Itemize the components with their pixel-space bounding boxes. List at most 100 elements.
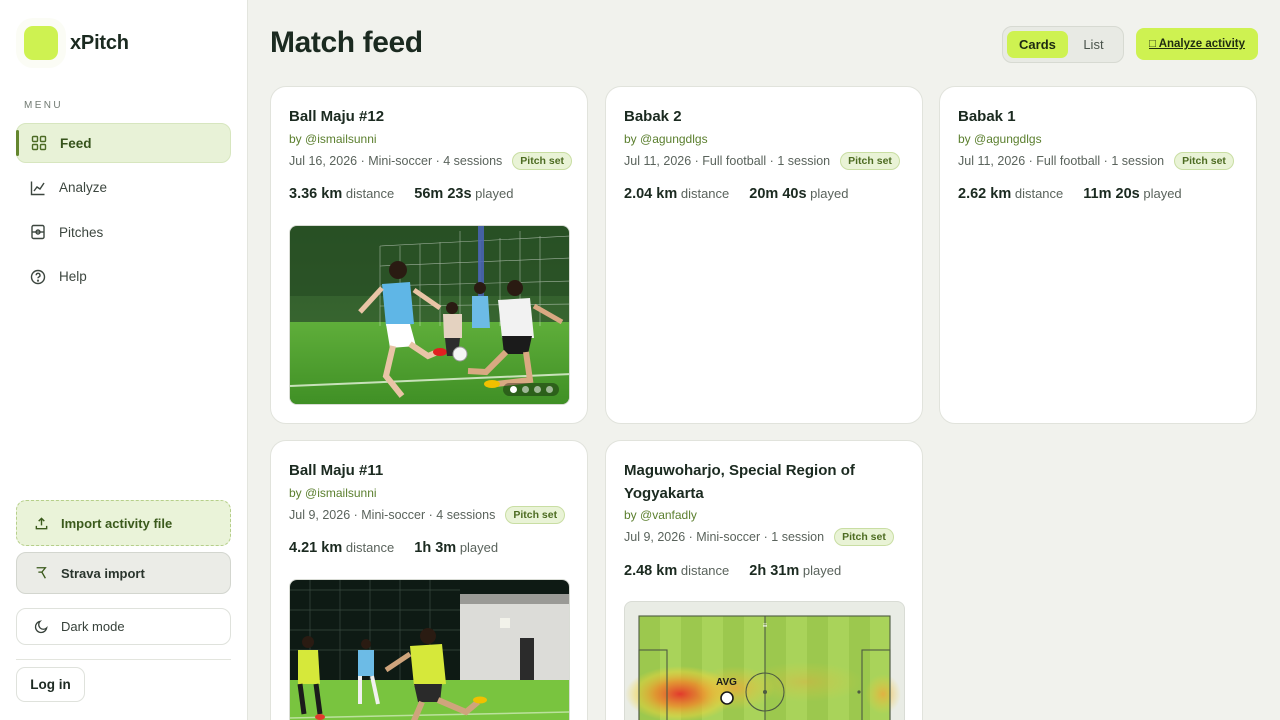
card-author[interactable]: by @ismailsunni bbox=[289, 132, 377, 146]
pitch-icon bbox=[30, 224, 46, 240]
sidebar-item-label: Help bbox=[59, 269, 87, 284]
played-label: played bbox=[802, 563, 842, 578]
sidebar-item-analyze[interactable]: Analyze bbox=[16, 168, 231, 208]
card-author[interactable]: by @agungdlgs bbox=[624, 132, 708, 146]
played-label: played bbox=[810, 186, 849, 201]
distance-label: distance bbox=[1014, 186, 1064, 201]
status-badge: Pitch set bbox=[834, 528, 894, 546]
status-badge: Pitch set bbox=[505, 506, 566, 524]
sidebar: xPitch MENU Feed Analyze Pitches Help Im… bbox=[0, 0, 248, 720]
status-badge: Pitch set bbox=[840, 152, 900, 170]
help-icon bbox=[30, 269, 46, 285]
menu-label: MENU bbox=[24, 100, 64, 111]
card-meta-text: Jul 11, 2026 · Full football · 1 session bbox=[624, 154, 831, 168]
status-badge: Pitch set bbox=[512, 152, 573, 170]
card-author[interactable]: by @vanfadly bbox=[624, 508, 697, 522]
login-button[interactable]: Log in bbox=[16, 667, 85, 702]
card-stats: 3.36 km distance 56m 23s played bbox=[289, 186, 533, 202]
played-stat: 11m 20s played bbox=[1083, 186, 1181, 202]
import-activity-label: Import activity file bbox=[61, 515, 173, 531]
card-title[interactable]: Maguwoharjo, Special Region of Yogyakart… bbox=[624, 459, 904, 505]
card-meta-text: Jul 9, 2026 · Mini-soccer · 1 session bbox=[624, 530, 825, 544]
card-meta: Jul 9, 2026 · Mini-soccer · 1 session Pi… bbox=[624, 528, 894, 546]
sidebar-item-pitches[interactable]: Pitches bbox=[16, 212, 231, 252]
app-logo bbox=[24, 26, 58, 60]
view-list-tab[interactable]: List bbox=[1068, 31, 1119, 58]
app-name: xPitch bbox=[70, 31, 129, 54]
card-meta-text: Jul 16, 2026 · Mini-soccer · 4 sessions bbox=[289, 154, 503, 168]
match-card[interactable]: Ball Maju #12 by @ismailsunni Jul 16, 20… bbox=[270, 86, 588, 424]
distance-value: 2.48 km bbox=[624, 563, 678, 579]
match-card[interactable]: Maguwoharjo, Special Region of Yogyakart… bbox=[605, 440, 923, 720]
dark-mode-toggle[interactable]: Dark mode bbox=[16, 608, 231, 645]
played-stat: 2h 31m played bbox=[749, 563, 841, 579]
card-title[interactable]: Ball Maju #12 bbox=[289, 105, 569, 128]
distance-label: distance bbox=[680, 563, 730, 578]
sidebar-item-label: Analyze bbox=[59, 180, 108, 195]
card-author[interactable]: by @agungdlgs bbox=[958, 132, 1042, 146]
card-stats: 2.62 km distance 11m 20s played bbox=[958, 186, 1202, 202]
upload-icon bbox=[33, 515, 49, 531]
played-value: 1h 3m bbox=[414, 540, 457, 556]
pitch-heatmap[interactable]: ≡ AVG bbox=[624, 601, 905, 720]
distance-value: 3.36 km bbox=[289, 186, 343, 202]
match-card[interactable]: Babak 1 by @agungdlgs Jul 11, 2026 · Ful… bbox=[939, 86, 1257, 424]
import-activity-button[interactable]: Import activity file bbox=[16, 500, 231, 546]
carousel-dot[interactable] bbox=[533, 386, 541, 393]
card-author[interactable]: by @ismailsunni bbox=[289, 486, 377, 500]
distance-stat: 2.48 km distance bbox=[624, 563, 729, 579]
distance-label: distance bbox=[680, 186, 730, 201]
moon-icon bbox=[33, 619, 49, 635]
avg-position-marker: AVG bbox=[716, 677, 737, 688]
match-photo-image bbox=[290, 226, 569, 404]
status-badge: Pitch set bbox=[1174, 152, 1234, 170]
strava-import-button[interactable]: Strava import bbox=[16, 552, 231, 594]
card-title[interactable]: Babak 2 bbox=[624, 105, 904, 128]
carousel-dots[interactable] bbox=[503, 383, 559, 396]
sidebar-nav: Feed Analyze Pitches Help bbox=[16, 123, 231, 301]
card-title[interactable]: Babak 1 bbox=[958, 105, 1238, 128]
pitch-heatmap-image: ≡ bbox=[625, 615, 901, 720]
played-label: played bbox=[1143, 186, 1182, 201]
svg-text:≡: ≡ bbox=[763, 621, 768, 630]
distance-stat: 2.62 km distance bbox=[958, 186, 1063, 202]
distance-stat: 2.04 km distance bbox=[624, 186, 729, 202]
distance-value: 2.04 km bbox=[624, 186, 678, 202]
analyze-activity-button[interactable]: □ Analyze activity bbox=[1136, 28, 1258, 60]
carousel-dot[interactable] bbox=[545, 386, 553, 393]
played-stat: 20m 40s played bbox=[749, 186, 848, 202]
view-cards-tab[interactable]: Cards bbox=[1007, 31, 1068, 58]
played-value: 56m 23s bbox=[414, 186, 472, 202]
carousel-dot[interactable] bbox=[521, 386, 529, 393]
card-title[interactable]: Ball Maju #11 bbox=[289, 459, 569, 482]
sidebar-item-feed[interactable]: Feed bbox=[16, 123, 231, 163]
distance-value: 4.21 km bbox=[289, 540, 343, 556]
sidebar-item-label: Pitches bbox=[59, 224, 104, 240]
card-meta: Jul 11, 2026 · Full football · 1 session… bbox=[958, 152, 1234, 170]
match-card[interactable]: Babak 2 by @agungdlgs Jul 11, 2026 · Ful… bbox=[605, 86, 923, 424]
page-title: Match feed bbox=[270, 26, 423, 59]
distance-value: 2.62 km bbox=[958, 186, 1012, 202]
carousel-dot-active[interactable] bbox=[509, 386, 517, 393]
card-stats: 4.21 km distance 1h 3m played bbox=[289, 540, 518, 556]
card-stats: 2.04 km distance 20m 40s played bbox=[624, 186, 868, 202]
distance-label: distance bbox=[345, 186, 395, 201]
view-toggle: Cards List bbox=[1002, 26, 1124, 63]
sidebar-item-help[interactable]: Help bbox=[16, 257, 231, 297]
dark-mode-label: Dark mode bbox=[61, 619, 125, 634]
sidebar-divider bbox=[16, 659, 231, 660]
card-meta-text: Jul 9, 2026 · Mini-soccer · 4 sessions bbox=[289, 508, 496, 522]
distance-stat: 3.36 km distance bbox=[289, 186, 394, 202]
played-stat: 56m 23s played bbox=[414, 186, 513, 202]
card-meta-text: Jul 11, 2026 · Full football · 1 session bbox=[958, 154, 1165, 168]
match-photo[interactable] bbox=[289, 579, 570, 720]
brand[interactable]: xPitch bbox=[24, 26, 129, 60]
distance-stat: 4.21 km distance bbox=[289, 540, 394, 556]
match-photo[interactable] bbox=[289, 225, 570, 405]
chart-icon bbox=[30, 180, 46, 196]
grid-icon bbox=[31, 135, 47, 151]
strava-import-label: Strava import bbox=[61, 565, 145, 581]
card-meta: Jul 11, 2026 · Full football · 1 session… bbox=[624, 152, 900, 170]
card-stats: 2.48 km distance 2h 31m played bbox=[624, 563, 861, 579]
match-card[interactable]: Ball Maju #11 by @ismailsunni Jul 9, 202… bbox=[270, 440, 588, 720]
